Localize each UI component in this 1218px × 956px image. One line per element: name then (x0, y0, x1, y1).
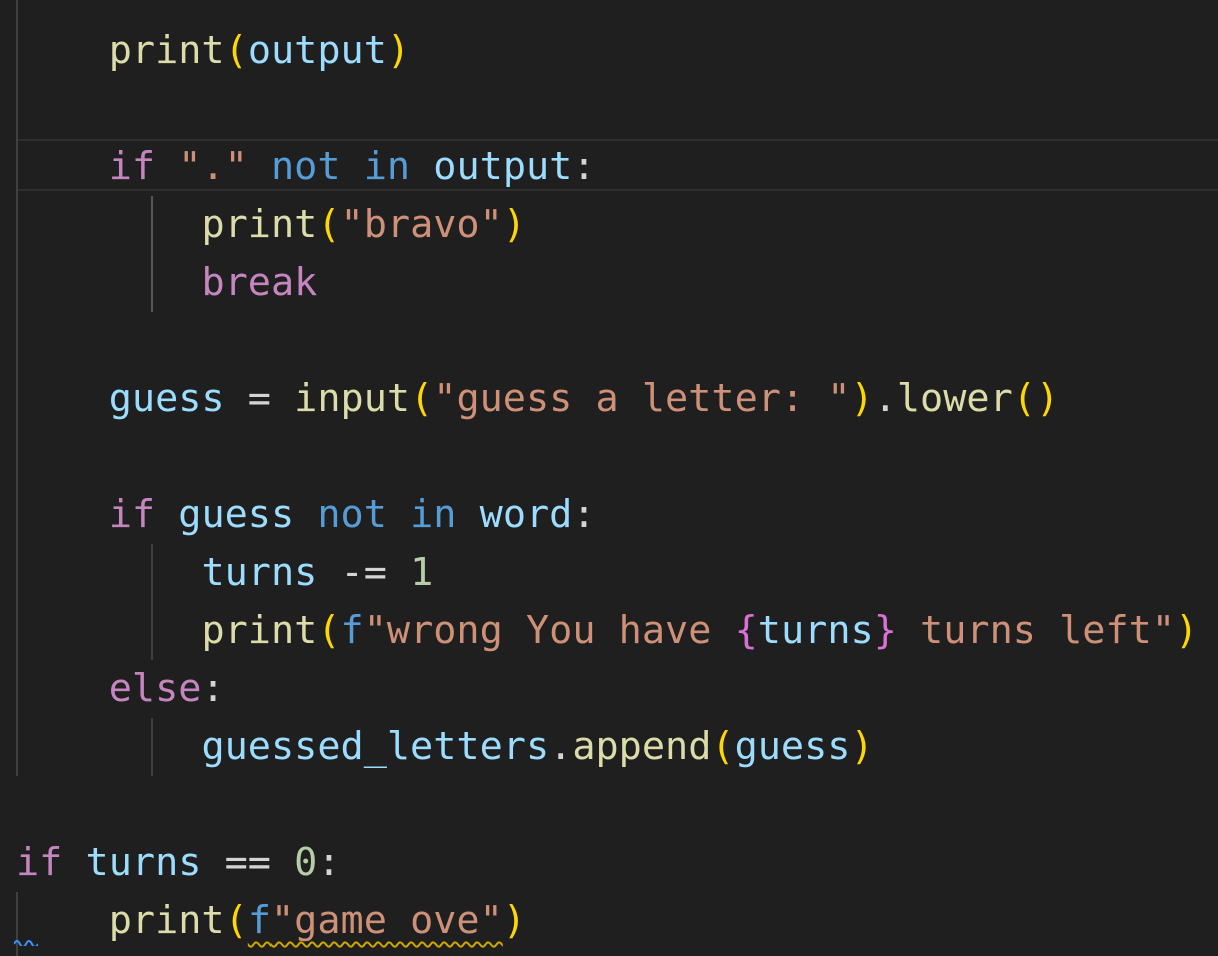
code-token: guess (178, 492, 295, 537)
code-token: ) (850, 724, 874, 769)
code-token: turns left" (896, 608, 1176, 653)
code-token: : (572, 492, 596, 537)
code-token: . (873, 376, 897, 421)
code-line-7[interactable]: guess = input("guess a letter: ").lower(… (0, 370, 1218, 428)
code-editor[interactable]: print(output) if "." not in output: prin… (0, 0, 1218, 956)
code-token: ) (502, 202, 526, 247)
code-token: : (317, 840, 341, 885)
code-line-16[interactable]: print(f"game ove") (0, 892, 1218, 950)
code-token: } (873, 608, 897, 653)
code-token: ( (410, 376, 434, 421)
code-token: break (201, 260, 318, 305)
code-line-6[interactable] (0, 312, 1218, 370)
code-token: if (16, 840, 63, 885)
code-token: ) (850, 376, 874, 421)
code-token: output (247, 28, 387, 73)
code-token: in (363, 144, 411, 189)
code-token: "game ove" (271, 898, 503, 943)
code-token: -= (317, 550, 411, 595)
code-token: append (572, 724, 712, 769)
code-token: not (317, 492, 387, 537)
code-token: turns (201, 550, 318, 595)
code-token: not (271, 144, 341, 189)
code-token: turns (757, 608, 874, 653)
code-token: if (108, 144, 156, 189)
code-token: () (1012, 376, 1060, 421)
code-token: f (247, 898, 271, 943)
code-line-2[interactable] (0, 80, 1218, 138)
code-token: input (294, 376, 411, 421)
code-token: ( (317, 202, 341, 247)
code-token: print (201, 202, 318, 247)
code-token: print (201, 608, 318, 653)
code-token: "." (178, 144, 248, 189)
code-line-5[interactable]: break (0, 254, 1218, 312)
code-token: { (734, 608, 758, 653)
code-token: guess (734, 724, 851, 769)
code-token: else (108, 666, 202, 711)
code-line-1[interactable]: print(output) (0, 22, 1218, 80)
code-token: 1 (410, 550, 434, 595)
code-line-9[interactable]: if guess not in word: (0, 486, 1218, 544)
code-line-15[interactable]: if turns == 0: (0, 834, 1218, 892)
code-token: ) (502, 898, 526, 943)
code-token: ( (224, 28, 248, 73)
code-token: print (108, 898, 225, 943)
code-token: ) (1175, 608, 1199, 653)
code-token: output (433, 144, 573, 189)
code-line-10[interactable]: turns -= 1 (0, 544, 1218, 602)
code-line-3[interactable]: if "." not in output: (0, 138, 1218, 196)
code-token: ) (386, 28, 411, 73)
code-token: == (201, 840, 295, 885)
code-token: if (108, 492, 156, 537)
code-token: "bravo" (340, 202, 503, 247)
code-token: "guess a letter: " (433, 376, 851, 421)
code-token: print (108, 28, 225, 73)
code-token: . (549, 724, 573, 769)
code-line-12[interactable]: else: (0, 660, 1218, 718)
code-token: turns (85, 840, 202, 885)
code-token: f (340, 608, 364, 653)
code-line-13[interactable]: guessed_letters.append(guess) (0, 718, 1218, 776)
code-token: = (224, 376, 295, 421)
code-token: 0 (294, 840, 318, 885)
info-squiggle-icon (14, 940, 38, 946)
code-line-4[interactable]: print("bravo") (0, 196, 1218, 254)
code-token: guessed_letters (201, 724, 550, 769)
code-token: ( (224, 898, 248, 943)
code-token: : (201, 666, 225, 711)
code-line-8[interactable] (0, 428, 1218, 486)
code-token: word (479, 492, 573, 537)
code-line-14[interactable] (0, 776, 1218, 834)
code-token: "wrong You have (363, 608, 735, 653)
code-token: lower (896, 376, 1013, 421)
code-line-11[interactable]: print(f"wrong You have {turns} turns lef… (0, 602, 1218, 660)
code-token: ( (711, 724, 735, 769)
code-token: ( (317, 608, 341, 653)
code-token: in (410, 492, 457, 537)
code-token: : (572, 144, 596, 189)
code-token: guess (108, 376, 225, 421)
